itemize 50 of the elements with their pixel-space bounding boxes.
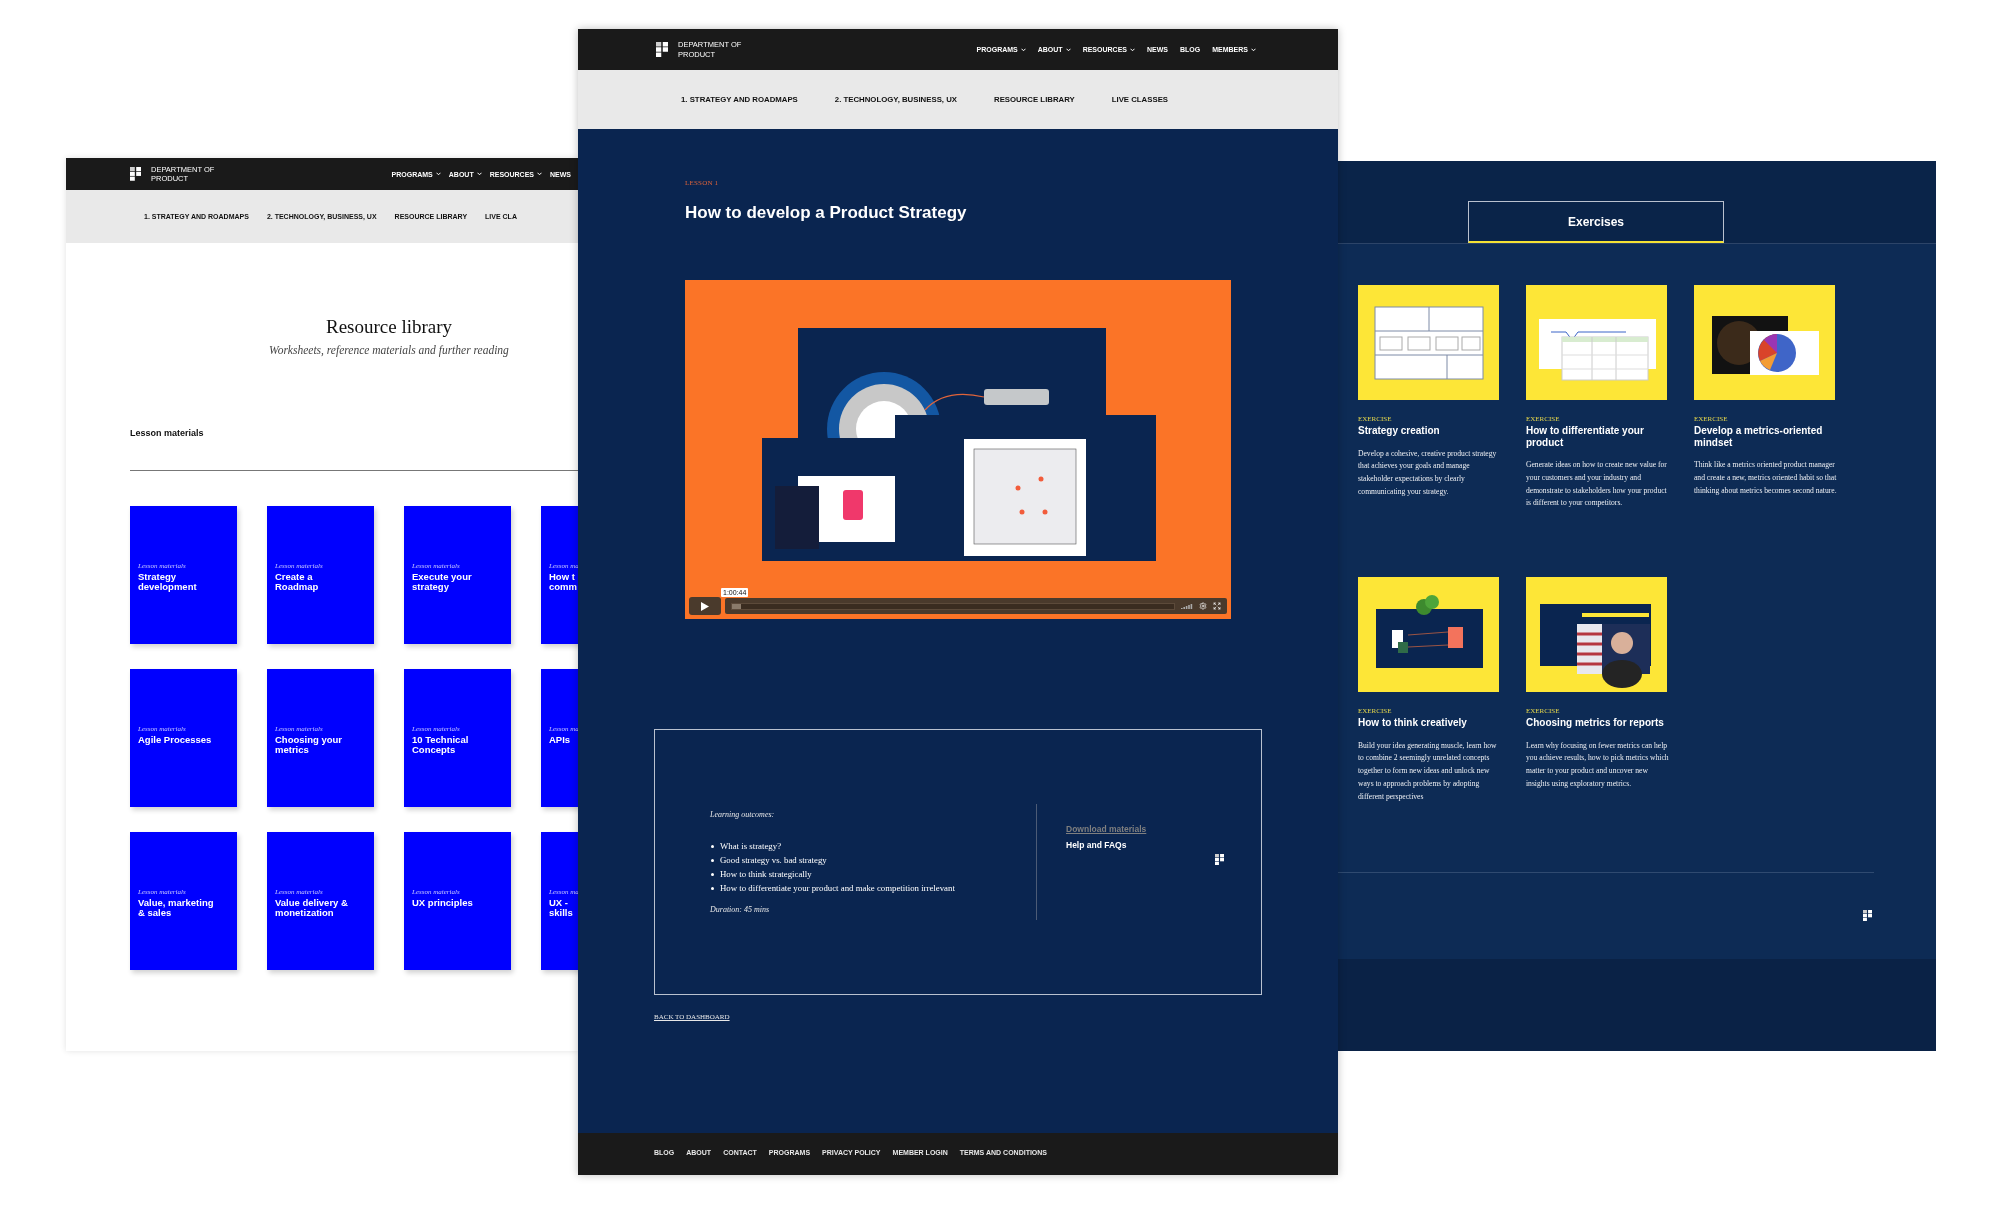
logo-icon	[656, 42, 668, 57]
logo-icon	[1215, 854, 1224, 866]
tile-title: Execute your strategy	[412, 572, 472, 591]
duration-text: Duration: 45 mins	[710, 905, 770, 914]
logo-icon	[1863, 910, 1872, 922]
caret-icon	[1065, 47, 1071, 52]
caret-icon	[476, 172, 482, 176]
caret-icon	[1130, 47, 1135, 52]
logo-icon	[130, 167, 141, 181]
settings-icon[interactable]	[1199, 602, 1207, 610]
page-subtitle: Worksheets, reference materials and further reading	[269, 344, 509, 356]
download-link[interactable]: Download materials	[1066, 824, 1147, 834]
section-title: Lesson materials	[130, 428, 205, 438]
tile-title: 10 Technical Concepts	[412, 735, 469, 754]
tile-title: Value, marketing & sales	[138, 898, 214, 917]
bullet-icon	[711, 872, 714, 876]
outcome-item: Good strategy vs. bad strategy	[720, 855, 827, 865]
outcome-item: What is strategy?	[720, 841, 782, 851]
caret-icon	[1020, 47, 1026, 52]
volume-icon[interactable]	[1181, 603, 1193, 609]
tile-title: Choosing your metrics	[275, 735, 343, 754]
tile-title: UX principles	[412, 898, 473, 908]
lesson-title: How to develop a Product Strategy	[685, 203, 967, 223]
page-title: Resource library	[325, 316, 453, 338]
play-button[interactable]	[689, 597, 721, 615]
tile-title: Agile Processes	[138, 735, 212, 745]
help-link[interactable]: Help and FAQs	[1066, 840, 1127, 850]
card-title[interactable]: Choosing metrics for reports	[1526, 717, 1664, 729]
tile-title: Create a Roadmap	[275, 572, 319, 591]
caret-icon	[1251, 47, 1256, 52]
outcomes-heading: Learning outcomes:	[710, 810, 775, 819]
card-title[interactable]: Develop a metrics-oriented mindset	[1694, 425, 1835, 448]
card-title[interactable]: How to think creatively	[1358, 717, 1467, 729]
outcome-item: How to differentiate your product and make competition irrelevant	[720, 883, 955, 893]
caret-icon	[435, 172, 441, 176]
play-icon	[701, 601, 709, 611]
tile-title: UX - skills	[549, 898, 573, 917]
exercises-tab[interactable]: Exercises	[1468, 201, 1724, 243]
fullscreen-icon[interactable]	[1213, 602, 1221, 610]
tile-title: Strategy development	[138, 572, 197, 591]
card-title[interactable]: How to differentiate your product	[1526, 425, 1667, 448]
bullet-icon	[711, 844, 714, 848]
tile-title: Value delivery & monetization	[275, 898, 348, 917]
caret-icon	[537, 172, 542, 176]
card-title[interactable]: Strategy creation	[1358, 425, 1440, 437]
bullet-icon	[711, 858, 714, 862]
outcome-item: How to think strategically	[720, 869, 812, 879]
tile-title: How t comm	[549, 572, 577, 591]
tile-title: APIs	[549, 735, 571, 745]
bullet-icon	[711, 886, 714, 890]
